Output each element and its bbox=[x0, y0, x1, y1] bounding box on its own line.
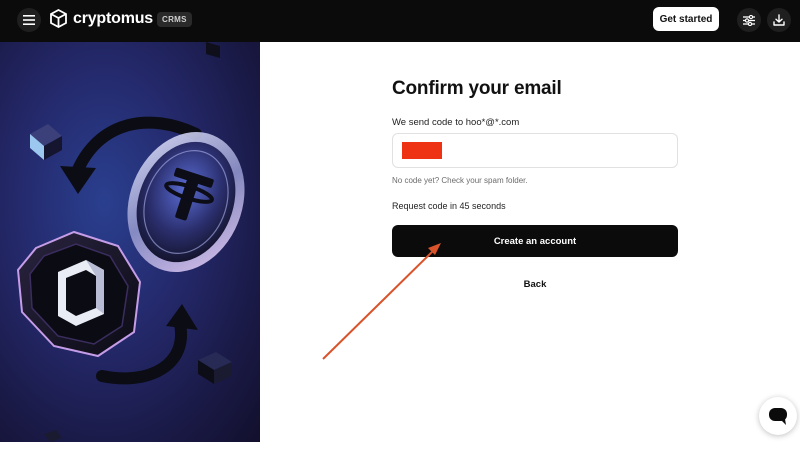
create-account-button[interactable]: Create an account bbox=[392, 225, 678, 257]
redacted-code-mark bbox=[402, 142, 442, 159]
cube-top-right bbox=[206, 42, 220, 58]
octagon-block bbox=[16, 230, 142, 358]
hero-illustration bbox=[0, 42, 260, 442]
spam-folder-hint: No code yet? Check your spam folder. bbox=[392, 176, 528, 185]
tether-coin bbox=[127, 132, 245, 272]
download-button[interactable] bbox=[767, 8, 791, 32]
back-link[interactable]: Back bbox=[392, 279, 678, 290]
brand-name: cryptomus bbox=[73, 9, 153, 27]
annotation-arrow-line bbox=[322, 249, 435, 360]
curved-arrow-top-head bbox=[60, 166, 96, 194]
curved-arrow-bottom-head bbox=[166, 304, 198, 330]
cube-bottom bbox=[198, 352, 232, 384]
cube-bottom-left bbox=[44, 430, 62, 442]
email-sent-note: We send code to hoo*@*.com bbox=[392, 117, 520, 128]
cube-left bbox=[30, 124, 62, 160]
chat-bubble-icon bbox=[769, 407, 787, 425]
chat-support-button[interactable] bbox=[759, 397, 797, 435]
sliders-icon bbox=[743, 14, 755, 26]
menu-button[interactable] bbox=[17, 8, 41, 32]
resend-countdown: Request code in 45 seconds bbox=[392, 201, 506, 211]
get-started-button[interactable]: Get started bbox=[653, 7, 719, 31]
menu-icon bbox=[23, 15, 35, 25]
logo-cube-icon bbox=[50, 9, 67, 28]
brand-logo[interactable]: cryptomus bbox=[50, 9, 153, 28]
page-title: Confirm your email bbox=[392, 78, 562, 99]
product-badge: CRMS bbox=[157, 12, 192, 27]
crypto-illustration bbox=[16, 42, 245, 442]
download-icon bbox=[773, 14, 785, 26]
verification-code-input[interactable] bbox=[392, 133, 678, 168]
top-header: cryptomus CRMS Get started bbox=[0, 0, 800, 42]
confirm-email-form: Confirm your email We send code to hoo*@… bbox=[392, 78, 678, 290]
settings-button[interactable] bbox=[737, 8, 761, 32]
